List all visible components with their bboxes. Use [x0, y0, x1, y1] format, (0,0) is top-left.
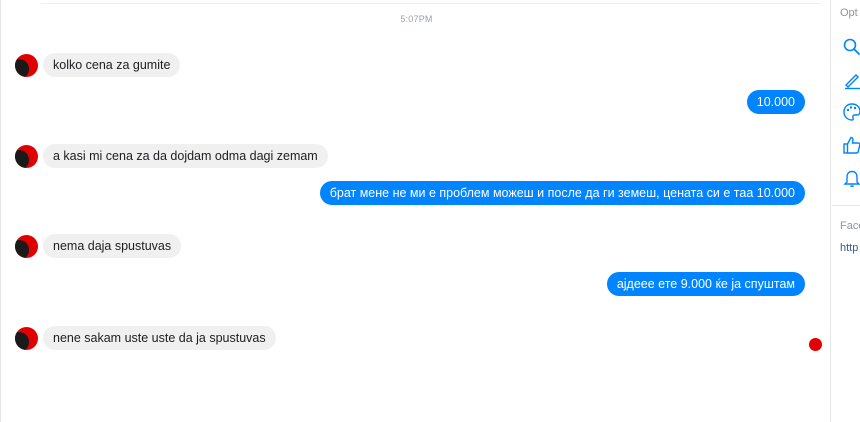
contact-avatar[interactable]: [15, 327, 38, 350]
search-icon[interactable]: [842, 37, 860, 57]
thumbs-up-icon[interactable]: [842, 135, 860, 155]
sidebar-link[interactable]: http: [840, 242, 858, 254]
outgoing-message[interactable]: брат мене не ми е проблем можеш и после …: [319, 181, 805, 205]
incoming-message[interactable]: kolko cena za gumite: [43, 53, 181, 77]
sidebar-divider: [832, 205, 860, 206]
conversation-pane: 5:07PM kolko cena za gumite 10.000 a kas…: [0, 0, 831, 422]
outgoing-message[interactable]: ајдеее ете 9.000 ќе ја спуштам: [606, 272, 805, 296]
bell-icon[interactable]: [842, 168, 860, 188]
outgoing-message[interactable]: 10.000: [746, 90, 805, 114]
contact-avatar[interactable]: [15, 145, 38, 168]
palette-icon[interactable]: [842, 102, 860, 122]
pencil-icon[interactable]: [842, 70, 860, 90]
incoming-message[interactable]: a kasi mi cena za da dojdam odma dagi ze…: [43, 144, 328, 168]
incoming-message[interactable]: nema daja spustuvas: [43, 234, 182, 258]
sidebar-section-label: Face: [840, 220, 860, 232]
message-timestamp: 5:07PM: [400, 14, 433, 24]
incoming-message[interactable]: nene sakam uste uste da ja spustuvas: [43, 326, 276, 350]
options-heading: Opt: [840, 7, 858, 19]
contact-avatar[interactable]: [15, 235, 38, 258]
options-sidebar: Opt Face http: [832, 0, 860, 422]
contact-avatar[interactable]: [15, 54, 38, 77]
header-divider: [41, 3, 821, 4]
seen-indicator-avatar: [809, 338, 822, 351]
